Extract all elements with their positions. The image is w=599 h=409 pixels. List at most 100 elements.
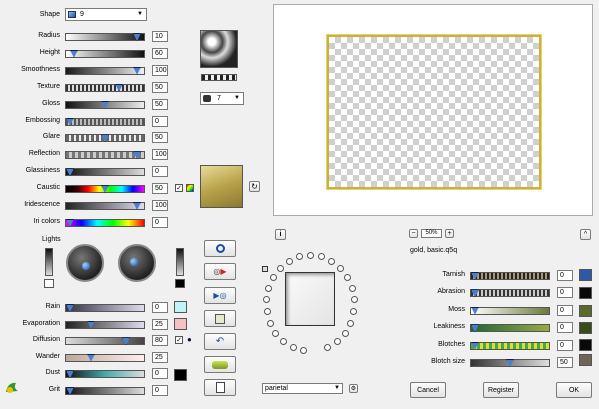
light-direction-dot[interactable] (318, 253, 325, 260)
embossing-slider[interactable] (65, 117, 145, 126)
slider-thumb[interactable] (122, 337, 130, 346)
light-direction-dot[interactable] (324, 344, 331, 351)
light-direction-dot[interactable] (296, 253, 303, 260)
gloss-slider[interactable] (65, 100, 145, 109)
radius-value-field[interactable]: 10 (152, 31, 168, 42)
play-record-button[interactable]: ▶◎ (204, 287, 236, 304)
diffusion-value-field[interactable]: 80 (152, 335, 168, 347)
stop-play-button[interactable]: ◎▶ (204, 263, 236, 280)
rain-color-swatch[interactable] (174, 301, 187, 313)
grit-slider[interactable] (65, 387, 145, 395)
height-value-field[interactable]: 60 (152, 47, 168, 59)
glassiness-slider[interactable] (65, 168, 145, 177)
light-right-color-swatch[interactable] (175, 279, 185, 288)
slider-thumb[interactable] (133, 66, 141, 75)
light-direction-dot[interactable] (264, 308, 271, 315)
reflection-slider[interactable] (65, 151, 145, 160)
slider-thumb[interactable] (101, 134, 109, 143)
light-right-level-bar[interactable] (176, 248, 184, 276)
leakiness-slider[interactable] (470, 324, 550, 333)
light-direction-dot[interactable] (344, 274, 351, 281)
texture-slider[interactable] (65, 83, 145, 92)
light-direction-dot[interactable] (349, 285, 356, 292)
dust-color-swatch[interactable] (174, 369, 187, 381)
evaporation-value-field[interactable]: 25 (152, 318, 168, 330)
light-direction-dot[interactable] (300, 347, 307, 354)
slider-thumb[interactable] (66, 168, 74, 177)
slider-thumb[interactable] (66, 218, 74, 227)
light-direction-dot[interactable] (286, 258, 293, 265)
light-direction-dot[interactable] (334, 338, 341, 345)
slider-thumb[interactable] (506, 359, 514, 367)
gold-material-swatch[interactable] (200, 165, 243, 208)
moss-color-swatch[interactable] (579, 305, 592, 317)
cancel-button[interactable]: Cancel (410, 382, 446, 398)
light-direction-dot[interactable] (277, 265, 284, 272)
zoom-field[interactable]: 50% (421, 229, 442, 238)
caustic-slider[interactable] (65, 185, 145, 194)
record-button[interactable] (204, 240, 236, 257)
slider-thumb[interactable] (133, 151, 141, 160)
light-direction-dot[interactable] (328, 258, 335, 265)
slider-thumb[interactable] (101, 185, 109, 194)
rain-slider[interactable] (65, 304, 145, 312)
mapping-options-button[interactable]: ⚙ (349, 384, 358, 393)
grit-value-field[interactable]: 0 (152, 385, 168, 396)
light-direction-dot[interactable] (263, 296, 270, 303)
diffusion-slider[interactable] (65, 337, 145, 346)
wander-value-field[interactable]: 25 (152, 351, 168, 363)
iridescence-slider[interactable] (65, 202, 145, 210)
light-direction-dot[interactable] (290, 344, 297, 351)
info-button[interactable]: i (275, 229, 286, 240)
blotch-size-color-swatch[interactable] (579, 354, 592, 366)
slider-thumb[interactable] (66, 117, 74, 126)
abrasion-slider[interactable] (470, 289, 550, 298)
smoothness-value-field[interactable]: 100 (152, 64, 168, 76)
light-direction-dot[interactable] (342, 330, 349, 337)
lighting-ring-handle[interactable] (262, 266, 268, 272)
slider-thumb[interactable] (471, 341, 479, 350)
light-direction-dot[interactable] (307, 252, 314, 259)
slider-thumb[interactable] (133, 202, 141, 210)
gloss-value-field[interactable]: 50 (152, 98, 168, 110)
caustic-gradient-swatch[interactable] (186, 184, 194, 192)
slider-thumb[interactable] (115, 83, 123, 92)
shape-select[interactable]: 9 ▼ (65, 8, 147, 21)
abrasion-value-field[interactable]: 0 (557, 287, 573, 299)
preview-canvas[interactable] (273, 4, 593, 216)
light-direction-dot[interactable] (351, 296, 358, 303)
tarnish-slider[interactable] (470, 272, 550, 280)
blotches-value-field[interactable]: 0 (557, 339, 573, 351)
texture-strip[interactable] (201, 74, 237, 81)
evaporation-color-swatch[interactable] (174, 318, 187, 330)
mapping-select[interactable]: parietal ▼ (262, 383, 343, 394)
expand-button[interactable]: ^ (580, 229, 591, 240)
texture-preview[interactable] (200, 30, 238, 68)
reflection-value-field[interactable]: 100 (152, 149, 168, 161)
light-direction-dot[interactable] (267, 320, 274, 327)
light-direction-dot[interactable] (265, 285, 272, 292)
tarnish-value-field[interactable]: 0 (557, 270, 573, 281)
diffusion-checkbox[interactable]: ✓ (175, 336, 183, 344)
page-button[interactable] (204, 379, 236, 396)
embossing-value-field[interactable]: 0 (152, 115, 168, 127)
abrasion-color-swatch[interactable] (579, 287, 592, 299)
radius-slider[interactable] (65, 33, 145, 41)
tarnish-color-swatch[interactable] (579, 269, 592, 281)
blotch-size-value-field[interactable]: 50 (557, 357, 573, 368)
blotches-slider[interactable] (470, 341, 550, 350)
moss-slider[interactable] (470, 306, 550, 315)
light-left-knob[interactable] (66, 244, 104, 282)
slider-thumb[interactable] (133, 33, 141, 41)
light-direction-dot[interactable] (350, 308, 357, 315)
light-direction-dot[interactable] (272, 330, 279, 337)
zoom-out-button[interactable]: − (409, 229, 418, 238)
slider-thumb[interactable] (101, 100, 109, 109)
slider-thumb[interactable] (87, 353, 95, 362)
register-button[interactable]: Register (483, 382, 519, 398)
iridescence-value-field[interactable]: 100 (152, 200, 168, 211)
dust-slider[interactable] (65, 370, 145, 379)
preset-number-select[interactable]: 7 ▼ (200, 92, 244, 105)
slider-thumb[interactable] (66, 387, 74, 395)
slider-thumb[interactable] (66, 304, 74, 312)
